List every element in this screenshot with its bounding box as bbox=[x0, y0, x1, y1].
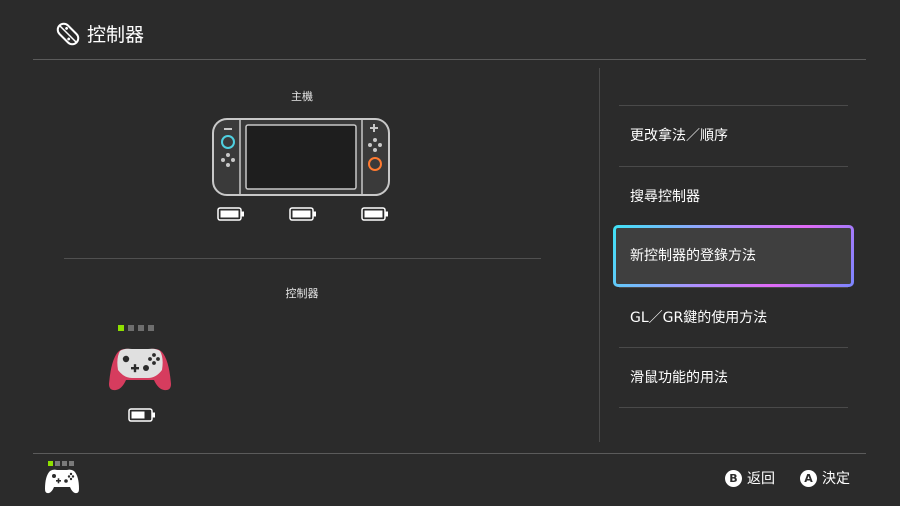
menu-divider bbox=[619, 407, 848, 408]
menu-item-find-controllers[interactable]: 搜尋控制器 bbox=[619, 166, 848, 226]
menu-item-register-new-controller[interactable]: 新控制器的登錄方法 bbox=[613, 225, 854, 287]
section-divider bbox=[64, 258, 541, 259]
controller-battery-icon bbox=[128, 408, 155, 422]
back-hint[interactable]: B 返回 bbox=[725, 467, 775, 489]
footer-light-4 bbox=[69, 461, 74, 466]
player-light-3 bbox=[138, 325, 144, 331]
battery-icon bbox=[289, 207, 316, 221]
panel-divider bbox=[599, 68, 600, 442]
footer-light-3 bbox=[62, 461, 67, 466]
console-section-label: 主機 bbox=[291, 90, 313, 103]
player-light-4 bbox=[148, 325, 154, 331]
ok-hint[interactable]: A 決定 bbox=[800, 467, 850, 489]
menu-item-gl-gr-buttons[interactable]: GL／GR鍵的使用方法 bbox=[619, 287, 848, 347]
pro-controller-icon[interactable] bbox=[108, 346, 172, 392]
menu-item-change-grip-order[interactable]: 更改拿法／順序 bbox=[619, 105, 848, 165]
menu-item-mouse-function[interactable]: 滑鼠功能的用法 bbox=[619, 347, 848, 407]
footer-player-lights bbox=[48, 461, 74, 466]
footer-light-2 bbox=[55, 461, 60, 466]
header: 控制器 bbox=[0, 0, 900, 60]
player-light-2 bbox=[128, 325, 134, 331]
battery-icon bbox=[361, 207, 388, 221]
joycon-icon bbox=[56, 22, 80, 46]
a-button-icon: A bbox=[800, 469, 817, 487]
b-button-icon: B bbox=[725, 469, 742, 487]
controller-icon bbox=[45, 469, 79, 494]
header-divider bbox=[33, 59, 866, 60]
player-light-1 bbox=[118, 325, 124, 331]
footer-light-1 bbox=[48, 461, 53, 466]
back-label: 返回 bbox=[747, 471, 775, 487]
footer-divider bbox=[33, 453, 866, 454]
battery-icon bbox=[217, 207, 244, 221]
ok-label: 決定 bbox=[822, 471, 850, 487]
switch-console-icon bbox=[212, 118, 390, 196]
page-title: 控制器 bbox=[87, 24, 145, 46]
player-indicator-lights bbox=[118, 325, 154, 331]
controllers-section-label: 控制器 bbox=[285, 287, 319, 300]
